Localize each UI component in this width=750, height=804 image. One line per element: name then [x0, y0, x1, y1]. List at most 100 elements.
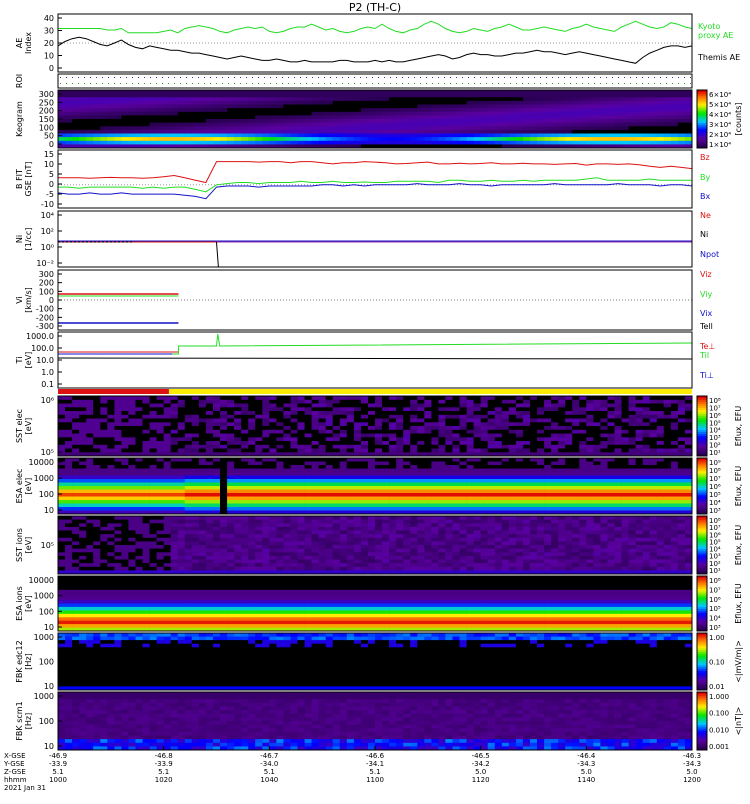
- keogram-cell: [572, 119, 579, 123]
- esa_e-cell: [424, 490, 431, 494]
- keogram-cell: [453, 134, 460, 138]
- keogram-cell: [164, 134, 171, 138]
- roi-dot: [396, 77, 397, 78]
- sst_e-cell: [255, 411, 262, 415]
- sst_e-cell: [65, 430, 72, 434]
- sst_e-cell: [107, 426, 114, 430]
- sst_e-cell: [79, 419, 86, 423]
- esa_e-cell: [72, 507, 79, 511]
- esa_e-cell: [241, 479, 248, 483]
- sst_e-cell: [481, 419, 488, 423]
- sst_e-cell: [657, 404, 664, 408]
- esa_e-cell: [530, 479, 537, 483]
- esa_e-cell: [593, 486, 600, 490]
- keogram-cell: [608, 101, 615, 105]
- sst_e-cell: [199, 426, 206, 430]
- keogram-cell: [615, 119, 622, 123]
- keogram-cell: [319, 105, 326, 109]
- sst_e-cell: [474, 419, 481, 423]
- roi-dot: [264, 83, 265, 84]
- esa_e-cell: [664, 497, 671, 501]
- esa_e-cell: [164, 472, 171, 476]
- esa_e-cell: [417, 458, 424, 462]
- keogram-cell: [622, 112, 629, 116]
- esa_e-cell: [361, 476, 368, 480]
- esa_e-cell: [199, 497, 206, 501]
- sst_e-cell: [340, 449, 347, 453]
- esa_e-cell: [298, 479, 305, 483]
- esa_e-cell: [262, 479, 269, 483]
- esa_e-cell: [643, 476, 650, 480]
- sst_e-cell: [143, 411, 150, 415]
- esa_e-cell: [685, 476, 692, 480]
- esa_e-cell: [615, 465, 622, 469]
- velocity-tick-label: -300: [36, 322, 54, 331]
- bfield-ylabel: GSE [nT]: [24, 161, 33, 196]
- esa_e-cell: [269, 476, 276, 480]
- keogram-cell: [657, 126, 664, 130]
- esa_e-cell: [262, 500, 269, 504]
- keogram-cell: [537, 112, 544, 116]
- keogram-cell: [629, 112, 636, 116]
- keogram-cell: [79, 126, 86, 130]
- keogram-cell: [354, 134, 361, 138]
- sst_e-cell: [453, 437, 460, 441]
- esa_e-cell: [220, 497, 227, 501]
- sst_e-cell: [171, 445, 178, 449]
- esa_e-cell: [424, 507, 431, 511]
- sst_e-cell: [586, 437, 593, 441]
- sst_e-cell: [340, 445, 347, 449]
- esa_e-cell: [171, 507, 178, 511]
- esa_e-cell: [305, 486, 312, 490]
- keogram-cell: [136, 130, 143, 134]
- keogram-cell: [114, 137, 121, 141]
- keogram-cell: [150, 108, 157, 112]
- sst_e-cell: [636, 400, 643, 404]
- esa_e-cell: [354, 458, 361, 462]
- sst_e-cell: [354, 404, 361, 408]
- sst_e-cell: [629, 437, 636, 441]
- keogram-cell: [368, 123, 375, 127]
- sst_e-cell: [424, 422, 431, 426]
- keogram-cell: [206, 123, 213, 127]
- keogram-cell: [495, 130, 502, 134]
- sst_i-cell: [93, 523, 100, 527]
- ae-tick-label: 20: [44, 39, 54, 48]
- sst_e-cell: [657, 426, 664, 430]
- keogram-cell: [481, 126, 488, 130]
- ae-legend-themis: Themis AE: [697, 53, 740, 62]
- keogram-cell: [192, 126, 199, 130]
- roi-dot: [444, 83, 445, 84]
- keogram-cell: [171, 105, 178, 109]
- keogram-cell: [234, 119, 241, 123]
- sst_e-cell: [600, 426, 607, 430]
- esa_e-cell: [565, 497, 572, 501]
- esa_e-cell: [72, 497, 79, 501]
- esa_e-cell: [523, 493, 530, 497]
- sst_e-cell: [678, 404, 685, 408]
- keogram-cell: [312, 130, 319, 134]
- esa_e-cell: [157, 504, 164, 508]
- sst_e-cell: [600, 396, 607, 400]
- esa_e-cell: [121, 472, 128, 476]
- esa_e-cell: [312, 483, 319, 487]
- keogram-cell: [410, 137, 417, 141]
- ae-tick-label: 10: [44, 52, 54, 61]
- esa_e-cell: [164, 479, 171, 483]
- sst_e-cell: [128, 445, 135, 449]
- sst_e-cell: [58, 441, 65, 445]
- esa_e-cell: [537, 493, 544, 497]
- esa_e-cell: [121, 462, 128, 466]
- esa_e-cell: [340, 479, 347, 483]
- sst_e-cell: [488, 445, 495, 449]
- sst_e-cell: [579, 434, 586, 438]
- sst_e-cell: [206, 419, 213, 423]
- esa_e-cell: [629, 504, 636, 508]
- esa_e-cell: [361, 497, 368, 501]
- roi-dot: [600, 77, 601, 78]
- esa_e-cell: [255, 472, 262, 476]
- sst_e-cell: [312, 430, 319, 434]
- roi-dot: [684, 83, 685, 84]
- sst_e-cell: [347, 407, 354, 411]
- sst_e-cell: [199, 437, 206, 441]
